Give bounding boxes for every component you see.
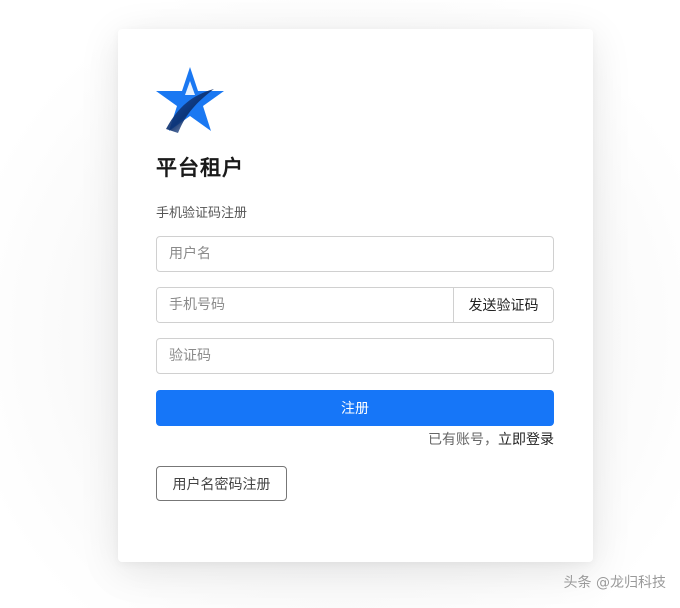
form-subtitle: 手机验证码注册 bbox=[156, 206, 248, 221]
star-logo-icon bbox=[156, 67, 224, 133]
watermark: 头条 @龙归科技 bbox=[563, 575, 666, 591]
send-code-button[interactable]: 发送验证码 bbox=[453, 288, 553, 322]
register-button[interactable]: 注册 bbox=[156, 390, 554, 426]
verification-code-input[interactable] bbox=[156, 338, 554, 374]
phone-input-group: 发送验证码 bbox=[156, 287, 554, 323]
page-title: 平台租户 bbox=[156, 156, 244, 180]
register-card: 平台租户 手机验证码注册 发送验证码 注册 已有账号，立即登录 用户名密码注册 bbox=[118, 29, 593, 562]
username-input[interactable] bbox=[156, 236, 554, 272]
login-link[interactable]: 立即登录 bbox=[498, 432, 554, 448]
username-password-register-button[interactable]: 用户名密码注册 bbox=[156, 466, 287, 501]
login-prompt: 已有账号，立即登录 bbox=[428, 429, 554, 449]
page-background: 平台租户 手机验证码注册 发送验证码 注册 已有账号，立即登录 用户名密码注册 … bbox=[0, 0, 680, 608]
phone-input[interactable] bbox=[157, 288, 453, 322]
login-prompt-text: 已有账号， bbox=[428, 432, 498, 448]
